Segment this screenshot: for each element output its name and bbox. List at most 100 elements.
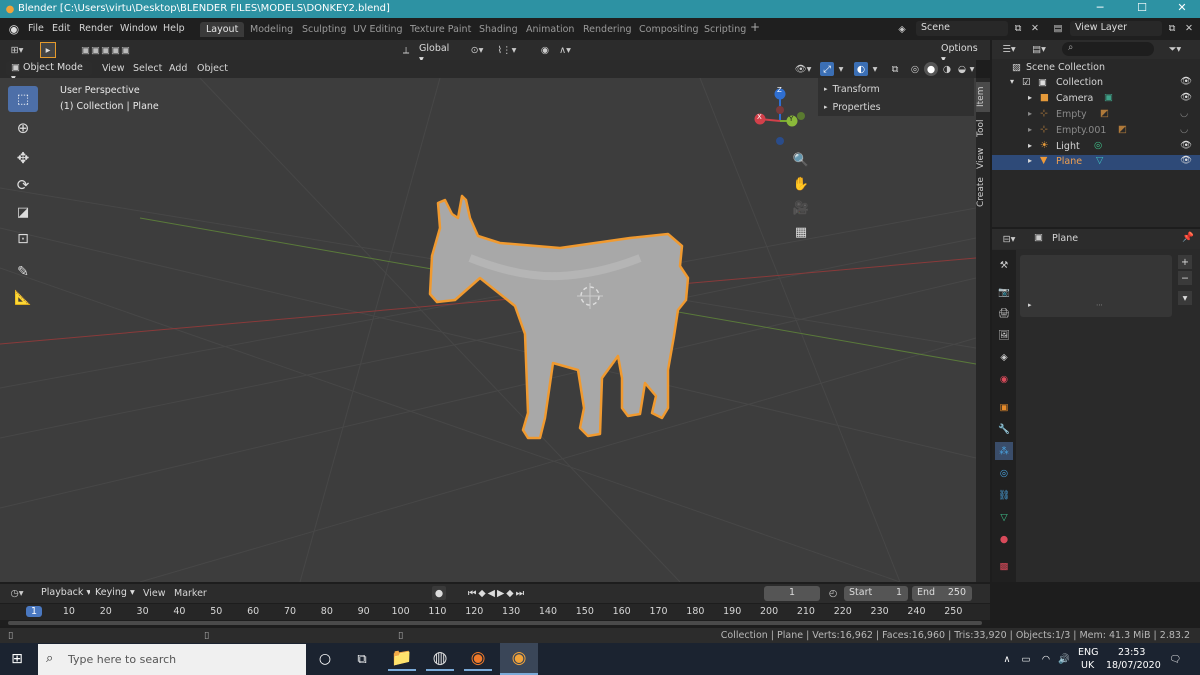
expand-arrow-icon[interactable]: ▸ (1028, 156, 1032, 165)
timeline-tick-label[interactable]: 140 (539, 606, 557, 617)
gizmo-toggle-icon[interactable]: ⤢ (820, 62, 834, 76)
playback-controls-icons[interactable]: ⏮◆◀▶◆⏭ (452, 586, 542, 600)
transform-panel-header[interactable]: ▸ Transform (824, 82, 880, 96)
timeline-tick-label[interactable]: 130 (502, 606, 520, 617)
transform-orientation-dropdown[interactable]: Global ▾ (414, 42, 460, 65)
resize-handle-icon[interactable]: ⋯ (1096, 301, 1103, 309)
select-box-icon[interactable]: ▸ (40, 42, 56, 58)
add-workspace-icon[interactable]: + (750, 20, 760, 34)
volume-icon[interactable]: 🔊 (1056, 652, 1072, 666)
timeline-tick-label[interactable]: 180 (686, 606, 704, 617)
xray-icon[interactable]: ⧉ (888, 62, 902, 76)
current-frame-field[interactable]: 1 (764, 586, 820, 601)
scene-tab-icon[interactable]: ◈ (995, 348, 1013, 366)
tool-settings-icon[interactable]: ⚒ (995, 256, 1013, 274)
image-data-icon[interactable]: ◩ (1118, 124, 1127, 135)
wifi-icon[interactable]: ◠ (1038, 652, 1054, 666)
perspective-toggle-icon[interactable]: ▦ (792, 223, 810, 241)
texture-icon[interactable]: ▩ (995, 557, 1013, 575)
particles-icon[interactable]: ⁂ (995, 442, 1013, 460)
timeline-ruler[interactable]: 1 10 20 30 40 50 60 70 80 90 100 110 120 130 140 150 160… (0, 604, 990, 620)
light-data-icon[interactable]: ◎ (1094, 140, 1102, 151)
tab-tool[interactable]: Tool (976, 114, 990, 142)
eye-icon[interactable]: 👁 (1180, 92, 1192, 103)
view-layer-selector[interactable]: View Layer (1070, 21, 1162, 36)
falloff-icon[interactable]: ∧▾ (554, 43, 576, 57)
scale-tool-icon[interactable]: ◪ (8, 200, 38, 224)
rendered-shading-icon[interactable]: ◒ (955, 62, 969, 76)
timeline-tick-label[interactable]: 150 (576, 606, 594, 617)
visibility-icon[interactable]: 👁▾ (792, 62, 814, 76)
wireframe-shading-icon[interactable]: ◎ (908, 62, 922, 76)
timeline-tick-label[interactable]: 1 (26, 606, 43, 617)
firefox-icon[interactable]: ◉ (464, 647, 492, 671)
display-mode-icon[interactable]: ▤▾ (1028, 42, 1050, 56)
menu-add[interactable]: Add (169, 63, 187, 74)
material-shading-icon[interactable]: ◑ (940, 62, 954, 76)
outliner-row-empty[interactable]: ▸ ⊹ Empty ◩ ◡ (992, 108, 1200, 123)
tab-animation[interactable]: Animation (520, 22, 580, 37)
outliner-row-collection[interactable]: ▾ ☑ ▣ Collection 👁 (992, 76, 1200, 91)
timeline-menu-view[interactable]: View (143, 588, 166, 599)
filter-icon[interactable]: ⏷▾ (1164, 42, 1186, 56)
timeline-tick-label[interactable]: 70 (284, 606, 296, 617)
new-scene-icon[interactable]: ⧉ (1011, 21, 1025, 35)
menu-view[interactable]: View (102, 63, 125, 74)
tab-texture-paint[interactable]: Texture Paint (404, 22, 477, 37)
modifier-icon[interactable]: 🔧 (995, 420, 1013, 438)
timeline-editor-icon[interactable]: ◷▾ (6, 586, 28, 600)
checkbox-icon[interactable]: ☑ (1022, 77, 1031, 88)
outliner-row-light[interactable]: ▸ ☀ Light ◎ 👁 (992, 140, 1200, 155)
overlays-toggle-icon[interactable]: ◐ (854, 62, 868, 76)
task-view-icon[interactable]: ⧉ (352, 651, 372, 667)
timeline-tick-label[interactable]: 30 (137, 606, 149, 617)
tab-item[interactable]: Item (976, 82, 990, 112)
tab-rendering[interactable]: Rendering (577, 22, 638, 37)
selection-mode-icons[interactable]: ▣▣▣▣▣ (68, 43, 144, 57)
proportional-editing-icon[interactable]: ◉ (538, 43, 552, 57)
outliner-row-scene-collection[interactable]: ▧ Scene Collection (992, 61, 1200, 76)
gizmo-x-label[interactable]: X (757, 113, 762, 121)
menu-file[interactable]: File (28, 23, 44, 34)
tab-view[interactable]: View (976, 144, 990, 172)
timeline-tick-label[interactable]: 100 (392, 606, 410, 617)
timeline-tick-label[interactable]: 80 (321, 606, 333, 617)
material-slot-list[interactable]: ▸ ⋯ (1020, 255, 1172, 317)
move-tool-icon[interactable]: ✥ (8, 146, 38, 170)
notifications-icon[interactable]: 🗨 (1166, 651, 1184, 667)
stopwatch-icon[interactable]: ◴ (826, 586, 840, 600)
shading-dropdown-icon[interactable]: ▾ (968, 62, 976, 76)
remove-slot-icon[interactable]: − (1178, 271, 1192, 285)
overlays-dropdown-icon[interactable]: ▾ (870, 62, 880, 76)
solid-shading-icon[interactable]: ● (924, 62, 938, 76)
timeline-tick-label[interactable]: 190 (723, 606, 741, 617)
eye-icon[interactable]: 👁 (1180, 76, 1192, 87)
menu-object[interactable]: Object (197, 63, 228, 74)
taskbar-search-box[interactable]: ⌕ Type here to search (38, 644, 306, 675)
hidden-icon[interactable]: ◡ (1180, 108, 1188, 119)
timeline-tick-label[interactable]: 160 (613, 606, 631, 617)
menu-window[interactable]: Window (120, 23, 157, 34)
transform-tool-icon[interactable]: ⊡ (8, 227, 38, 251)
timeline-tick-label[interactable]: 50 (210, 606, 222, 617)
world-icon[interactable]: ◉ (995, 370, 1013, 388)
properties-panel-header[interactable]: ▸ Properties (824, 100, 881, 114)
remove-scene-icon[interactable]: ✕ (1028, 21, 1042, 35)
object-properties-icon[interactable]: ▣ (995, 398, 1013, 416)
blender-menu-icon[interactable]: ◉ (6, 21, 22, 37)
camera-data-icon[interactable]: ▣ (1104, 92, 1113, 103)
eye-icon[interactable]: 👁 (1180, 140, 1192, 151)
zoom-icon[interactable]: 🔍 (792, 151, 810, 169)
view-layer-tab-icon[interactable]: 🖼 (995, 326, 1013, 344)
outliner-row-plane[interactable]: ▸ ▼ Plane ▽ 👁 (992, 155, 1200, 170)
add-slot-icon[interactable]: + (1178, 255, 1192, 269)
windows-start-icon[interactable]: ⊞ (8, 651, 26, 667)
record-icon[interactable]: ● (432, 586, 446, 600)
outliner-search-input[interactable]: ⌕ (1062, 42, 1154, 56)
constraints-icon[interactable]: ⛓ (995, 486, 1013, 504)
pivot-point-icon[interactable]: ⊙▾ (466, 43, 488, 57)
3d-viewport[interactable]: Z X Y User Perspective (1) Collection | … (0, 78, 976, 582)
tab-sculpting[interactable]: Sculpting (296, 22, 352, 37)
snap-icon[interactable]: ⌇⋮▾ (492, 43, 522, 57)
timeline-tick-label[interactable]: 230 (871, 606, 889, 617)
